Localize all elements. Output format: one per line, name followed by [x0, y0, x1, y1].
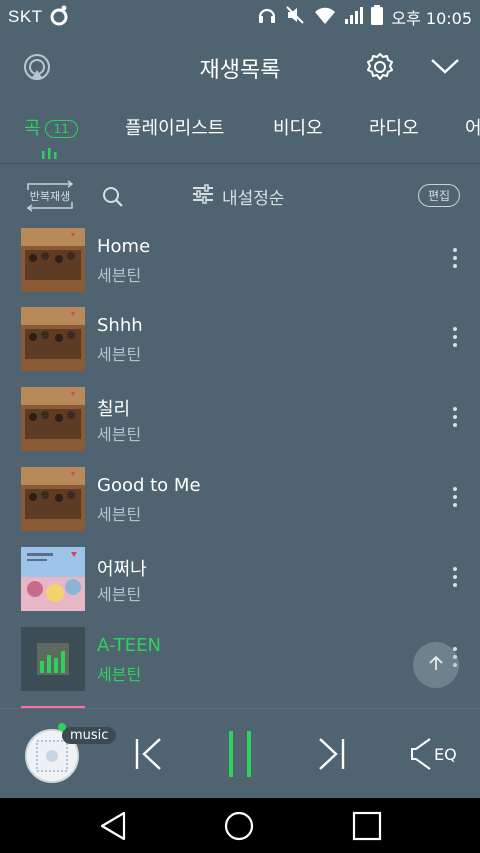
album-cover: [21, 307, 85, 371]
arrow-up-icon: [427, 654, 445, 676]
more-options-icon[interactable]: [451, 407, 459, 431]
song-artist: 세븐틴: [97, 665, 142, 684]
song-artist: 세븐틴: [97, 425, 142, 444]
mute-icon: [285, 5, 305, 30]
song-title: Home: [97, 236, 151, 257]
tab-songs[interactable]: 곡 11: [24, 114, 78, 140]
list-item[interactable]: 칠리 세븐틴: [0, 387, 480, 467]
tab-playlist[interactable]: 플레이리스트: [125, 114, 224, 140]
carrier-logo-icon: [49, 4, 69, 31]
headset-icon: [257, 5, 277, 30]
back-icon[interactable]: [99, 811, 127, 845]
album-cover: [21, 387, 85, 451]
system-nav-bar: [0, 798, 480, 853]
pause-icon[interactable]: [228, 731, 252, 781]
tab-more[interactable]: 어: [465, 114, 480, 140]
chevron-down-icon[interactable]: [430, 56, 460, 80]
song-title: A-TEEN: [97, 635, 161, 656]
carrier-label: SKT: [8, 7, 43, 26]
tab-radio[interactable]: 라디오: [369, 114, 419, 140]
song-title: Good to Me: [97, 475, 201, 496]
tab-songs-label: 곡: [24, 118, 41, 139]
more-options-icon[interactable]: [451, 248, 459, 272]
gear-icon[interactable]: [365, 52, 395, 86]
list-item[interactable]: Good to Me 세븐틴: [0, 467, 480, 547]
tab-bar: 곡 11 플레이리스트 비디오 라디오 어: [0, 108, 480, 164]
home-icon[interactable]: [224, 811, 254, 845]
playlist-toolbar: 반복재생 내설정순 편집: [0, 174, 480, 218]
signal-icon: [345, 5, 364, 30]
battery-icon: [371, 4, 384, 30]
repeat-button[interactable]: 반복재생: [22, 180, 78, 212]
song-title: 어쩌나: [97, 559, 147, 580]
now-playing-eq-icon: [42, 144, 58, 163]
more-options-icon[interactable]: [451, 327, 459, 351]
search-icon[interactable]: [102, 186, 124, 212]
tab-video[interactable]: 비디오: [273, 114, 323, 140]
list-item-now-playing[interactable]: A-TEEN 세븐틴: [0, 627, 480, 707]
mini-player: music EQ: [0, 708, 480, 798]
song-artist: 세븐틴: [97, 266, 142, 285]
album-cover: [21, 547, 85, 611]
sort-icon: [192, 184, 214, 209]
more-options-icon[interactable]: [451, 487, 459, 511]
eq-icon[interactable]: EQ: [410, 737, 457, 771]
sort-button[interactable]: 내설정순: [192, 184, 285, 209]
song-count-badge: 11: [44, 120, 78, 138]
wifi-icon: [313, 5, 337, 30]
repeat-label: 반복재생: [29, 190, 71, 203]
album-cover: [21, 467, 85, 531]
clock: 오후 10:05: [391, 9, 472, 28]
source-tag: music: [58, 723, 117, 744]
previous-icon[interactable]: [134, 737, 164, 775]
sort-label: 내설정순: [222, 189, 285, 209]
active-dot: [58, 723, 66, 731]
eq-label: EQ: [434, 744, 457, 764]
list-item[interactable]: Home 세븐틴: [0, 228, 480, 308]
recents-icon[interactable]: [352, 811, 382, 845]
list-item[interactable]: 어쩌나 세븐틴: [0, 547, 480, 627]
song-title: Shhh: [97, 315, 143, 336]
more-options-icon[interactable]: [451, 567, 459, 591]
song-artist: 세븐틴: [97, 585, 142, 604]
source-tag-label: music: [70, 728, 109, 743]
album-cover: [21, 228, 85, 292]
song-artist: 세븐틴: [97, 345, 142, 364]
scroll-to-top-button[interactable]: [413, 642, 459, 688]
status-bar: SKT 오후 10:05: [0, 0, 480, 34]
song-artist: 세븐틴: [97, 505, 142, 524]
song-title: 칠리: [97, 399, 131, 420]
now-playing-cover: [21, 627, 85, 691]
next-icon[interactable]: [316, 737, 346, 775]
header: 재생목록: [0, 34, 480, 98]
list-item[interactable]: Shhh 세븐틴: [0, 307, 480, 387]
edit-button[interactable]: 편집: [418, 184, 461, 207]
page-title: 재생목록: [199, 58, 281, 83]
